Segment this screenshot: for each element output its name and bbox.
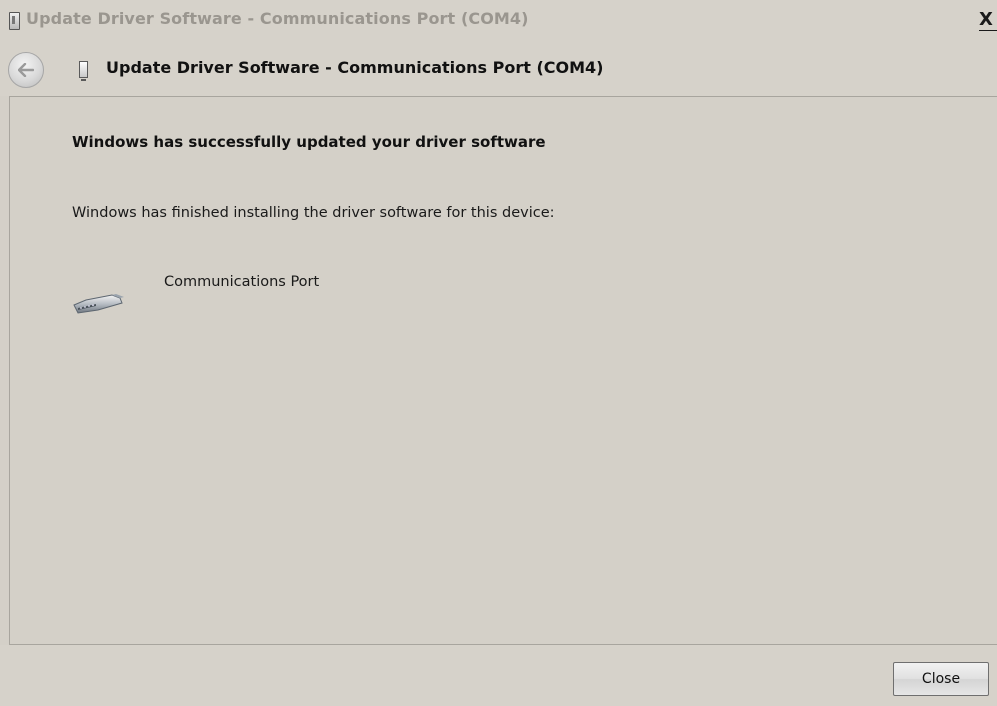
dialog-header: Update Driver Software - Communications … <box>0 38 997 96</box>
content-panel: Windows has successfully updated your dr… <box>9 96 997 645</box>
success-heading: Windows has successfully updated your dr… <box>72 133 546 151</box>
dialog-footer: Close <box>0 645 997 706</box>
app-icon <box>9 12 20 30</box>
header-title: Update Driver Software - Communications … <box>106 58 604 77</box>
back-arrow-icon <box>18 63 34 77</box>
close-button[interactable]: Close <box>893 662 989 696</box>
back-button[interactable] <box>8 52 44 88</box>
title-bar[interactable]: Update Driver Software - Communications … <box>0 0 997 38</box>
update-driver-dialog: Update Driver Software - Communications … <box>0 0 997 706</box>
window-close-button[interactable]: X <box>979 10 997 31</box>
usb-device-icon <box>79 61 88 81</box>
serial-port-icon <box>73 294 124 314</box>
finished-message: Windows has finished installing the driv… <box>72 205 555 221</box>
device-name: Communications Port <box>164 274 320 290</box>
window-title: Update Driver Software - Communications … <box>26 9 529 28</box>
